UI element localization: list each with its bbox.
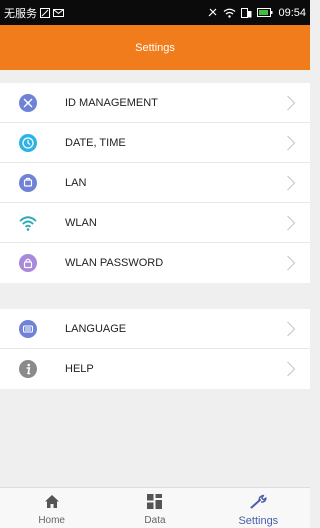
chevron-right-icon bbox=[286, 361, 296, 377]
chevron-right-icon bbox=[286, 321, 296, 337]
lan-icon bbox=[19, 174, 37, 192]
chevron-right-icon bbox=[286, 95, 296, 111]
tab-label: Settings bbox=[238, 515, 279, 527]
sim-icon bbox=[40, 7, 50, 18]
app-header: Settings bbox=[0, 25, 310, 70]
info-icon bbox=[19, 360, 37, 378]
settings-item-label: WLAN bbox=[65, 217, 97, 229]
settings-item-wlan[interactable]: WLAN bbox=[0, 203, 310, 243]
settings-item-date-time[interactable]: DATE, TIME bbox=[0, 123, 310, 163]
id-icon bbox=[19, 94, 37, 112]
wifi-status-icon bbox=[223, 8, 236, 18]
chevron-right-icon bbox=[286, 255, 296, 271]
tab-home[interactable]: Home bbox=[0, 488, 103, 528]
carrier-label: 无服务 bbox=[4, 7, 37, 20]
settings-item-label: DATE, TIME bbox=[65, 137, 126, 149]
settings-item-lan[interactable]: LAN bbox=[0, 163, 310, 203]
clock-time: 09:54 bbox=[278, 6, 306, 19]
signal-icon bbox=[241, 7, 252, 18]
settings-item-label: ID MANAGEMENT bbox=[65, 97, 158, 109]
settings-item-label: LANGUAGE bbox=[65, 323, 127, 335]
settings-item-language[interactable]: LANGUAGE bbox=[0, 309, 310, 349]
tab-label: Home bbox=[38, 515, 65, 526]
status-bar: 无服务 09:54 bbox=[0, 0, 310, 25]
settings-item-wlan-password[interactable]: WLAN PASSWORD bbox=[0, 243, 310, 283]
settings-item-label: HELP bbox=[65, 363, 94, 375]
page-title: Settings bbox=[135, 41, 175, 54]
tab-settings[interactable]: Settings bbox=[207, 488, 310, 528]
chevron-right-icon bbox=[286, 175, 296, 191]
bottom-tab-bar: Home Data Settings bbox=[0, 487, 310, 528]
chevron-right-icon bbox=[286, 135, 296, 151]
lock-icon bbox=[19, 254, 37, 272]
clock-icon bbox=[19, 134, 37, 152]
battery-icon bbox=[257, 8, 273, 17]
settings-item-label: WLAN PASSWORD bbox=[65, 257, 164, 269]
settings-group-general: ID MANAGEMENT DATE, TIME LAN WLAN WLAN P… bbox=[0, 83, 310, 283]
wrench-icon bbox=[250, 494, 267, 512]
home-icon bbox=[44, 494, 60, 512]
grid-icon bbox=[147, 494, 163, 512]
chevron-right-icon bbox=[286, 215, 296, 231]
settings-item-label: LAN bbox=[65, 177, 87, 189]
settings-group-system: LANGUAGE HELP bbox=[0, 309, 310, 389]
wifi-icon bbox=[19, 214, 37, 232]
message-icon bbox=[53, 8, 64, 17]
keyboard-icon bbox=[19, 320, 37, 338]
tab-data[interactable]: Data bbox=[103, 488, 206, 528]
settings-item-help[interactable]: HELP bbox=[0, 349, 310, 389]
nfc-icon bbox=[207, 7, 218, 18]
tab-label: Data bbox=[144, 515, 166, 526]
settings-item-id-management[interactable]: ID MANAGEMENT bbox=[0, 83, 310, 123]
